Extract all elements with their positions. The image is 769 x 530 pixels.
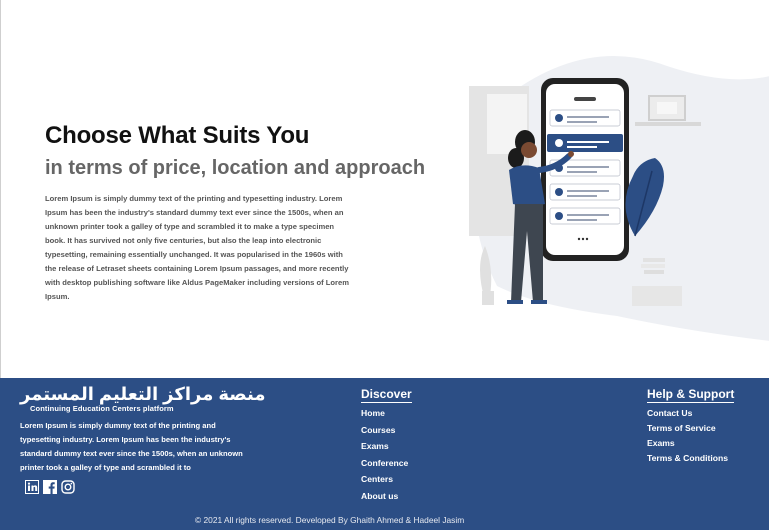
discover-link-courses[interactable]: Courses xyxy=(361,425,408,442)
help-link-terms-conditions[interactable]: Terms & Conditions xyxy=(647,453,728,468)
copyright-text: © 2021 All rights reserved. Developed By… xyxy=(195,515,465,525)
hero-illustration xyxy=(467,46,769,346)
hero-subtitle: in terms of price, location and approach xyxy=(45,157,426,179)
discover-link-conference[interactable]: Conference xyxy=(361,458,408,475)
facebook-icon[interactable] xyxy=(43,480,57,494)
help-support-heading: Help & Support xyxy=(647,387,735,403)
discover-link-about-us[interactable]: About us xyxy=(361,491,408,508)
social-links xyxy=(25,480,75,494)
site-footer: منصة مراكز التعليم المستمر Continuing Ed… xyxy=(0,378,769,530)
discover-heading: Discover xyxy=(361,387,412,403)
footer-logo-english: Continuing Education Centers platform xyxy=(30,404,174,413)
hero-description: Lorem Ipsum is simply dummy text of the … xyxy=(45,194,349,301)
footer-about-text: Lorem Ipsum is simply dummy text of the … xyxy=(20,421,243,472)
footer-logo-arabic[interactable]: منصة مراكز التعليم المستمر xyxy=(20,384,266,405)
phone-user-illustration xyxy=(469,56,769,341)
discover-link-home[interactable]: Home xyxy=(361,408,408,425)
help-support-links: Contact Us Terms of Service Exams Terms … xyxy=(647,408,728,468)
help-link-exams[interactable]: Exams xyxy=(647,438,728,453)
help-link-terms-of-service[interactable]: Terms of Service xyxy=(647,423,728,438)
linkedin-icon[interactable] xyxy=(25,480,39,494)
instagram-icon[interactable] xyxy=(61,480,75,494)
discover-link-centers[interactable]: Centers xyxy=(361,474,408,491)
hero-section: Choose What Suits You in terms of price,… xyxy=(0,0,769,378)
hero-title: Choose What Suits You xyxy=(45,122,310,149)
help-link-contact-us[interactable]: Contact Us xyxy=(647,408,728,423)
discover-link-exams[interactable]: Exams xyxy=(361,441,408,458)
discover-links: Home Courses Exams Conference Centers Ab… xyxy=(361,408,408,507)
